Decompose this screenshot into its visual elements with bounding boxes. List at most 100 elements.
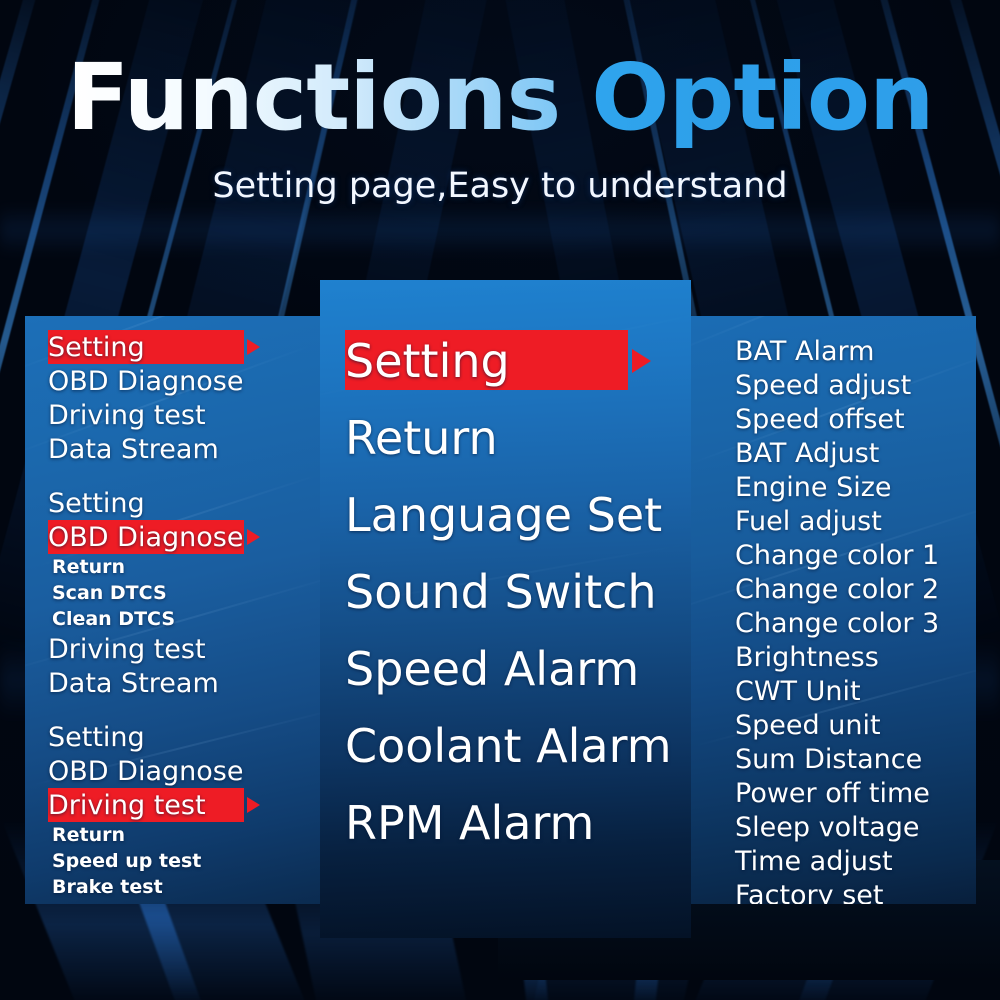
page-title: Functions Option [0, 52, 1000, 144]
menu-item-change-color-3[interactable]: Change color 3 [691, 606, 976, 640]
page-title-word-1: Functions [66, 44, 561, 151]
menu-item-change-color-2[interactable]: Change color 2 [691, 572, 976, 606]
menu-item-label: Coolant Alarm [345, 718, 672, 773]
menu-item-label: Clean DTCS [52, 608, 176, 630]
menu-item-power-off-time[interactable]: Power off time [691, 776, 976, 810]
menu-item-label: CWT Unit [735, 675, 861, 707]
menu-item-change-color-1[interactable]: Change color 1 [691, 538, 976, 572]
menu-item-label: Driving test [48, 399, 206, 431]
menu-item-brake-test[interactable]: Brake test [25, 874, 320, 900]
menu-item-rpm-alarm[interactable]: RPM Alarm [320, 784, 691, 861]
menu-item-label: BAT Adjust [735, 437, 880, 469]
menu-item-obd-diagnose[interactable]: OBD Diagnose [25, 754, 320, 788]
menu-item-setting[interactable]: Setting [25, 720, 320, 754]
menu-item-label: Return [52, 824, 126, 846]
menu-item-sum-distance[interactable]: Sum Distance [691, 742, 976, 776]
menu-item-label: Driving test [48, 633, 206, 665]
menu-item-driving-test[interactable]: Driving test [25, 788, 320, 822]
play-triangle-icon [247, 339, 260, 355]
menu-item-label: Fuel adjust [735, 505, 882, 537]
menu-item-brightness[interactable]: Brightness [691, 640, 976, 674]
menu-item-language-set[interactable]: Language Set [320, 476, 691, 553]
menu-item-cwt-unit[interactable]: CWT Unit [691, 674, 976, 708]
menu-item-label: Brightness [735, 641, 879, 673]
menu-item-label: Scan DTCS [52, 582, 167, 604]
menu-item-bat-adjust[interactable]: BAT Adjust [691, 436, 976, 470]
page-title-word-2: Option [591, 44, 934, 151]
right-menu-rows: BAT Alarm Speed adjust Speed offset BAT Adj… [691, 316, 976, 905]
menu-item-label: Sound Switch [345, 564, 657, 619]
panel-menu-flow: Setting OBD Diagnose Driving test Data Stre… [25, 316, 320, 904]
menu-item-label: OBD Diagnose [48, 755, 244, 787]
menu-item-label: Speed adjust [735, 369, 912, 401]
menu-item-label: BAT Alarm [735, 335, 875, 367]
menu-item-engine-size[interactable]: Engine Size [691, 470, 976, 504]
menu-item-factory-set[interactable]: Factory set [691, 878, 976, 905]
menu-item-sleep-voltage[interactable]: Sleep voltage [691, 810, 976, 844]
menu-item-data-stream[interactable]: Data Stream [25, 900, 320, 905]
center-menu-rows: Setting Return Language Set Sound Switch Spe… [320, 280, 691, 861]
menu-item-label: Speed Alarm [345, 641, 640, 696]
menu-item-label: Change color 2 [735, 573, 940, 605]
menu-item-speed-alarm[interactable]: Speed Alarm [320, 630, 691, 707]
menu-item-label: Driving test [48, 789, 206, 821]
menu-item-speed-unit[interactable]: Speed unit [691, 708, 976, 742]
menu-item-label: Language Set [345, 487, 663, 542]
menu-item-return[interactable]: Return [25, 554, 320, 580]
menu-item-label: OBD Diagnose [48, 365, 244, 397]
menu-item-coolant-alarm[interactable]: Coolant Alarm [320, 707, 691, 784]
menu-item-label: RPM Alarm [345, 795, 595, 850]
menu-item-clean-dtcs[interactable]: Clean DTCS [25, 606, 320, 632]
panel-setting-menu: Setting Return Language Set Sound Switch Spe… [320, 280, 691, 938]
menu-item-label: Power off time [735, 777, 930, 809]
menu-item-label: Sum Distance [735, 743, 923, 775]
menu-item-label: Time adjust [735, 845, 893, 877]
menu-item-label: Factory set [735, 879, 884, 905]
menu-item-label: Engine Size [735, 471, 892, 503]
menu-item-data-stream[interactable]: Data Stream [25, 666, 320, 700]
menu-item-data-stream[interactable]: Data Stream [25, 432, 320, 466]
menu-item-bat-alarm[interactable]: BAT Alarm [691, 334, 976, 368]
menu-item-label: Change color 3 [735, 607, 940, 639]
play-triangle-icon [632, 349, 651, 373]
menu-item-label: Change color 1 [735, 539, 940, 571]
menu-item-sound-switch[interactable]: Sound Switch [320, 553, 691, 630]
menu-item-speed-up-test[interactable]: Speed up test [25, 848, 320, 874]
menu-item-label: Speed unit [735, 709, 881, 741]
panel-settings-options: BAT Alarm Speed adjust Speed offset BAT Adj… [691, 316, 976, 904]
menu-item-label: Setting [48, 331, 145, 363]
menu-item-speed-offset[interactable]: Speed offset [691, 402, 976, 436]
menu-item-label: Speed offset [735, 403, 905, 435]
menu-item-label: Data Stream [48, 902, 219, 905]
menu-item-label: Data Stream [48, 667, 219, 699]
group-separator [25, 466, 320, 486]
menu-item-setting[interactable]: Setting [320, 322, 691, 399]
menu-item-fuel-adjust[interactable]: Fuel adjust [691, 504, 976, 538]
group-separator [25, 700, 320, 720]
menu-item-return[interactable]: Return [25, 822, 320, 848]
menu-item-label: Data Stream [48, 433, 219, 465]
menu-item-return[interactable]: Return [320, 399, 691, 476]
menu-item-label: Setting [48, 721, 145, 753]
menu-item-label: Setting [48, 487, 145, 519]
menu-item-driving-test[interactable]: Driving test [25, 632, 320, 666]
header: Functions Option Setting page,Easy to un… [0, 0, 1000, 270]
menu-item-label: Setting [345, 333, 510, 388]
menu-item-label: Sleep voltage [735, 811, 920, 843]
page-subtitle: Setting page,Easy to understand [212, 166, 788, 206]
menu-item-obd-diagnose[interactable]: OBD Diagnose [25, 520, 320, 554]
play-triangle-icon [247, 529, 260, 545]
menu-item-label: Return [345, 410, 498, 465]
play-triangle-icon [247, 797, 260, 813]
menu-item-setting[interactable]: Setting [25, 330, 320, 364]
menu-item-label: Return [52, 556, 126, 578]
menu-item-label: Brake test [52, 876, 163, 898]
promo-graphic: Functions Option Setting page,Easy to un… [0, 0, 1000, 1000]
menu-item-setting[interactable]: Setting [25, 486, 320, 520]
menu-item-time-adjust[interactable]: Time adjust [691, 844, 976, 878]
menu-item-obd-diagnose[interactable]: OBD Diagnose [25, 364, 320, 398]
menu-item-driving-test[interactable]: Driving test [25, 398, 320, 432]
menu-item-speed-adjust[interactable]: Speed adjust [691, 368, 976, 402]
menu-item-scan-dtcs[interactable]: Scan DTCS [25, 580, 320, 606]
menu-item-label: OBD Diagnose [48, 521, 244, 553]
